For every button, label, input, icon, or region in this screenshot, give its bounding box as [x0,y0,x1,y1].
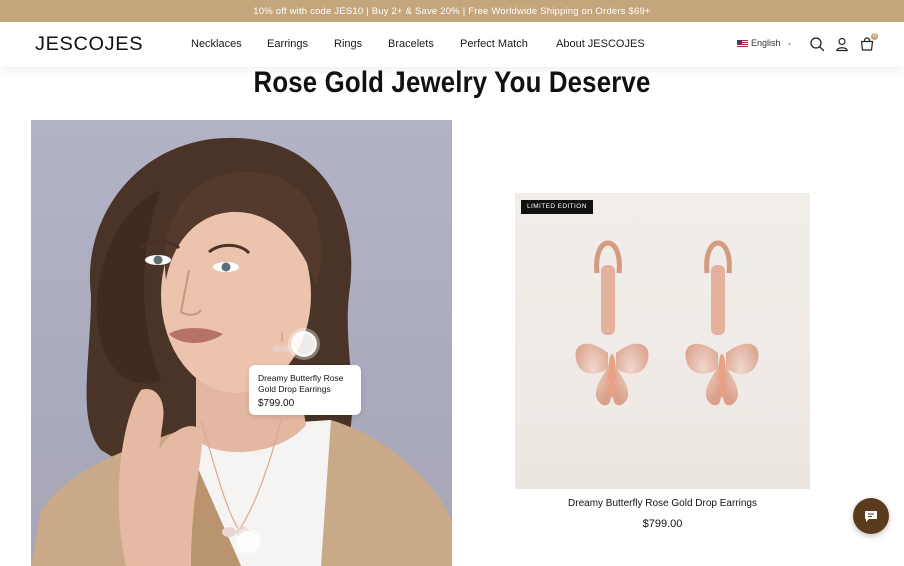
cart-count-badge: 0 [871,33,878,40]
site-header: JESCOJES Necklaces Earrings Rings Bracel… [0,22,904,67]
product-image[interactable]: LIMITED EDITION [515,193,810,489]
chat-icon [865,511,877,522]
product-price: $799.00 [642,518,683,530]
limited-edition-badge: LIMITED EDITION [521,200,593,214]
tooltip-product-name: Dreamy Butterfly Rose Gold Drop Earrings [258,373,344,394]
earrings-illustration [575,240,759,406]
nav-earrings[interactable]: Earrings [267,38,308,50]
earring-hotspot[interactable] [291,331,317,357]
tooltip-product-price: $799.00 [258,398,295,409]
site-logo[interactable]: JESCOJES [35,34,143,56]
chevron-down-icon: ⌄ [786,40,793,47]
section-title: Rose Gold Jewelry You Deserve [253,66,651,99]
nav-bracelets[interactable]: Bracelets [388,38,434,50]
announcement-bar: 10% off with code JES10 | Buy 2+ & Save … [0,0,904,22]
cart-icon[interactable]: 0 [859,33,878,52]
account-icon[interactable] [834,36,850,52]
nav-about[interactable]: About JESCOJES [556,38,645,50]
announcement-text: 10% off with code JES10 | Buy 2+ & Save … [253,5,651,17]
model-illustration [31,137,452,566]
nav-necklaces[interactable]: Necklaces [191,38,242,50]
language-label: English [751,38,781,48]
flag-us-icon [737,39,748,47]
necklace-hotspot[interactable] [237,531,259,553]
hotspot-tooltip[interactable]: Dreamy Butterfly Rose Gold Drop Earrings… [249,365,361,415]
nav-rings[interactable]: Rings [334,38,362,50]
lookbook-photo [31,120,452,566]
nav-perfect-match[interactable]: Perfect Match [460,38,528,50]
language-selector[interactable]: English ⌄ [737,38,792,48]
search-icon[interactable] [809,36,825,52]
chat-button[interactable] [853,498,889,534]
product-name[interactable]: Dreamy Butterfly Rose Gold Drop Earrings [515,498,810,509]
